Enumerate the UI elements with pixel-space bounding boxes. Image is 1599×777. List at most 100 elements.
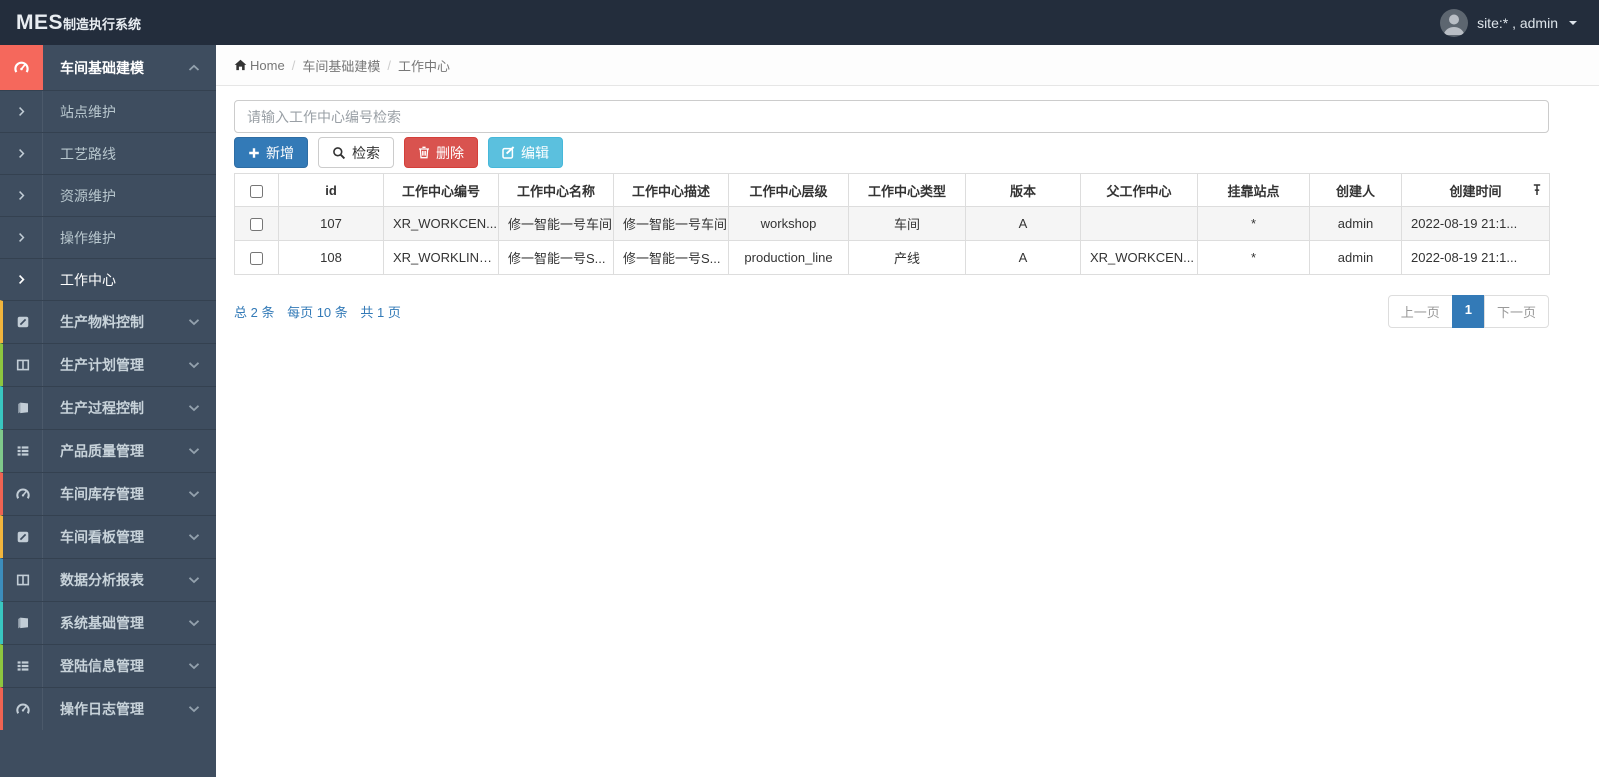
sidebar-item-label: 操作维护 bbox=[60, 229, 116, 246]
sidebar-item-label: 工作中心 bbox=[60, 271, 116, 288]
user-menu[interactable]: site:* , admin bbox=[1440, 0, 1599, 45]
home-icon bbox=[234, 59, 247, 71]
sidebar-item-label: 产品质量管理 bbox=[60, 443, 144, 459]
trash-icon bbox=[419, 146, 429, 159]
pagination-summary: 总 2 条 每页 10 条 共 1 页 bbox=[234, 305, 401, 320]
sidebar-item-station-maintenance[interactable]: 站点维护 bbox=[0, 90, 216, 132]
dashboard-icon bbox=[0, 45, 43, 90]
dashboard-icon bbox=[3, 688, 43, 730]
list-icon bbox=[3, 645, 43, 687]
list-icon bbox=[3, 430, 43, 472]
prev-page-button[interactable]: 上一页 bbox=[1387, 295, 1453, 328]
table-row[interactable]: 107 XR_WORKCEN... 修一智能一号车间 修一智能一号车间 work… bbox=[234, 206, 1550, 241]
sidebar-item-label: 生产物料控制 bbox=[60, 314, 144, 330]
avatar bbox=[1440, 8, 1469, 37]
chevron-down-icon bbox=[188, 533, 216, 541]
row-checkbox[interactable] bbox=[250, 252, 263, 266]
pin-icon[interactable] bbox=[1532, 184, 1542, 197]
columns-icon bbox=[3, 344, 43, 386]
caret-down-icon bbox=[1569, 20, 1577, 25]
sidebar-item-label: 操作日志管理 bbox=[60, 701, 144, 717]
sidebar-item-system-basic-management[interactable]: 系统基础管理 bbox=[0, 601, 216, 644]
chevron-down-icon bbox=[188, 361, 216, 369]
sidebar-item-production-process-control[interactable]: 生产过程控制 bbox=[0, 386, 216, 429]
page-1-button[interactable]: 1 bbox=[1451, 295, 1485, 328]
sidebar-item-label: 车间库存管理 bbox=[60, 486, 144, 502]
chevron-down-icon bbox=[188, 705, 216, 713]
plus-icon bbox=[249, 147, 259, 158]
brand-logo[interactable]: MES 制造执行系统 bbox=[0, 11, 141, 35]
sidebar-item-product-quality-management[interactable]: 产品质量管理 bbox=[0, 429, 216, 472]
sidebar-item-label: 系统基础管理 bbox=[60, 615, 144, 631]
sidebar-item-label: 资源维护 bbox=[60, 187, 116, 204]
dashboard-icon bbox=[3, 473, 43, 515]
header-code: 工作中心编号 bbox=[383, 173, 499, 207]
header-select-all bbox=[234, 173, 279, 207]
search-icon bbox=[333, 146, 346, 159]
main-content: Home / 车间基础建模 / 工作中心 新增 检索 bbox=[216, 45, 1599, 777]
breadcrumb: Home / 车间基础建模 / 工作中心 bbox=[216, 45, 1599, 86]
sidebar-item-login-info-management[interactable]: 登陆信息管理 bbox=[0, 644, 216, 687]
edit-icon bbox=[502, 146, 515, 159]
chevron-down-icon bbox=[188, 576, 216, 584]
sidebar-item-workshop-basic-modeling[interactable]: 车间基础建模 bbox=[0, 45, 216, 90]
add-button[interactable]: 新增 bbox=[234, 137, 308, 168]
sidebar-item-operation-maintenance[interactable]: 操作维护 bbox=[0, 216, 216, 258]
sidebar-item-resource-maintenance[interactable]: 资源维护 bbox=[0, 174, 216, 216]
search-button[interactable]: 检索 bbox=[318, 137, 394, 168]
chevron-right-icon bbox=[0, 133, 43, 174]
sidebar-item-label: 工艺路线 bbox=[60, 145, 116, 162]
sidebar-item-operation-log-management[interactable]: 操作日志管理 bbox=[0, 687, 216, 730]
chevron-up-icon bbox=[188, 64, 216, 72]
pencil-square-icon bbox=[3, 516, 43, 558]
select-all-checkbox[interactable] bbox=[250, 184, 263, 198]
header-creator: 创建人 bbox=[1309, 173, 1402, 207]
breadcrumb-item-workshop-modeling[interactable]: 车间基础建模 bbox=[302, 56, 380, 75]
breadcrumb-home-link[interactable]: Home bbox=[234, 58, 285, 73]
pager: 上一页 1 下一页 bbox=[1387, 295, 1549, 328]
work-center-table: id 工作中心编号 工作中心名称 工作中心描述 工作中心层级 工作中心类型 版本… bbox=[234, 173, 1550, 275]
content-body: 新增 检索 删除 编辑 bbox=[216, 86, 1599, 328]
header-parent: 父工作中心 bbox=[1080, 173, 1198, 207]
sidebar-item-label: 车间看板管理 bbox=[60, 529, 144, 545]
table-header-row: id 工作中心编号 工作中心名称 工作中心描述 工作中心层级 工作中心类型 版本… bbox=[234, 173, 1550, 207]
row-checkbox[interactable] bbox=[250, 218, 263, 232]
columns-icon bbox=[3, 559, 43, 601]
sidebar-item-workshop-inventory-management[interactable]: 车间库存管理 bbox=[0, 472, 216, 515]
main-wrapper: 车间基础建模 站点维护 工艺路线 资源维护 操作维护 工作中心 生产物料控制 生… bbox=[0, 45, 1599, 777]
sidebar-item-production-material-control[interactable]: 生产物料控制 bbox=[0, 300, 216, 343]
sidebar-item-workshop-kanban-management[interactable]: 车间看板管理 bbox=[0, 515, 216, 558]
sidebar-item-label: 站点维护 bbox=[60, 103, 116, 120]
chevron-right-icon bbox=[0, 175, 43, 216]
chevron-right-icon bbox=[0, 217, 43, 258]
sidebar-item-data-analysis-report[interactable]: 数据分析报表 bbox=[0, 558, 216, 601]
sidebar-item-label: 车间基础建模 bbox=[60, 59, 144, 76]
book-icon bbox=[3, 602, 43, 644]
edit-button[interactable]: 编辑 bbox=[488, 137, 563, 168]
header-description: 工作中心描述 bbox=[613, 173, 729, 207]
sidebar-item-label: 生产过程控制 bbox=[60, 400, 144, 416]
table-row[interactable]: 108 XR_WORKLINE... 修一智能一号S... 修一智能一号S...… bbox=[234, 240, 1550, 275]
brand-text-rest: 制造执行系统 bbox=[63, 16, 142, 32]
sidebar-item-label: 登陆信息管理 bbox=[60, 658, 144, 674]
search-input[interactable] bbox=[234, 100, 1549, 133]
sidebar-item-label: 生产计划管理 bbox=[60, 357, 144, 373]
chevron-down-icon bbox=[188, 404, 216, 412]
sidebar-item-process-route[interactable]: 工艺路线 bbox=[0, 132, 216, 174]
chevron-down-icon bbox=[188, 318, 216, 326]
chevron-right-icon bbox=[0, 91, 43, 132]
pagination: 总 2 条 每页 10 条 共 1 页 上一页 1 下一页 bbox=[234, 295, 1549, 328]
next-page-button[interactable]: 下一页 bbox=[1483, 295, 1549, 328]
sidebar: 车间基础建模 站点维护 工艺路线 资源维护 操作维护 工作中心 生产物料控制 生… bbox=[0, 45, 216, 777]
sidebar-item-work-center[interactable]: 工作中心 bbox=[0, 258, 216, 300]
sidebar-item-label: 数据分析报表 bbox=[60, 572, 144, 588]
book-icon bbox=[3, 387, 43, 429]
breadcrumb-item-work-center: 工作中心 bbox=[397, 58, 450, 74]
chevron-right-icon bbox=[0, 259, 43, 300]
header-id: id bbox=[278, 173, 384, 207]
header-create-time: 创建时间 bbox=[1401, 173, 1550, 207]
header-version: 版本 bbox=[965, 173, 1081, 207]
sidebar-item-production-plan-management[interactable]: 生产计划管理 bbox=[0, 343, 216, 386]
delete-button[interactable]: 删除 bbox=[404, 137, 478, 168]
user-label: site:* , admin bbox=[1477, 14, 1558, 31]
